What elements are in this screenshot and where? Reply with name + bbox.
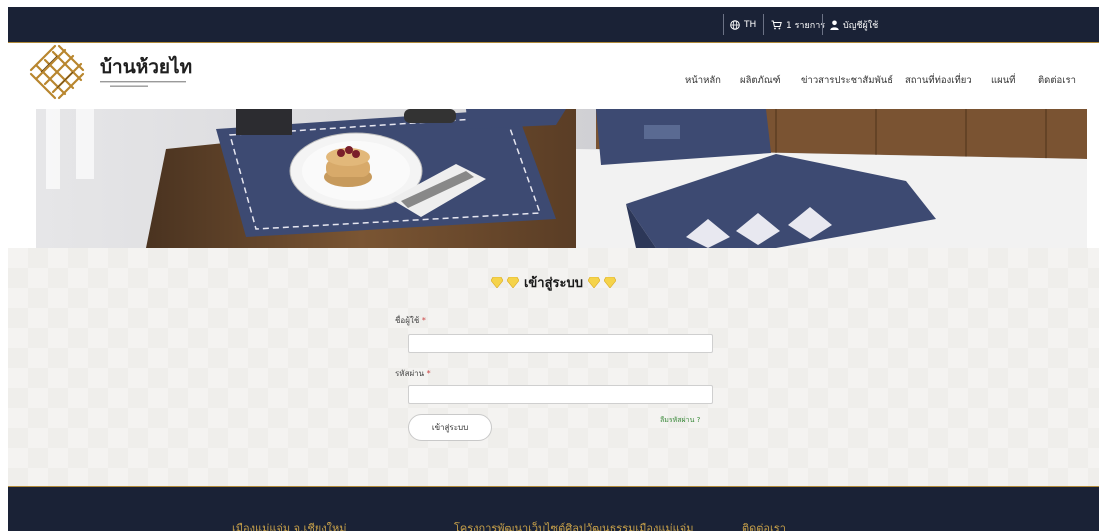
top-utility-bar: TH 1 รายการ บัญชีผู้ใช้ — [8, 7, 1099, 43]
user-icon — [830, 20, 839, 30]
footer-contact-heading: ติดต่อเรา — [742, 522, 786, 531]
separator — [822, 14, 823, 35]
site-header: บ้านห้วยไท หน้าหลัก ผลิตภัณฑ์ ข่าวสารประ… — [8, 43, 1099, 109]
language-switcher[interactable]: TH — [730, 7, 756, 42]
username-label: ชื่อผู้ใช้ * — [395, 314, 426, 327]
brand-name[interactable]: บ้านห้วยไท — [100, 52, 192, 82]
page-margin — [0, 0, 8, 531]
brand-tagline-graphic — [100, 80, 190, 90]
nav-products[interactable]: ผลิตภัณฑ์ — [740, 73, 781, 88]
nav-map[interactable]: แผนที่ — [991, 73, 1015, 88]
nav-attractions[interactable]: สถานที่ท่องเที่ยว — [905, 73, 972, 88]
diamond-icon — [603, 276, 617, 289]
diamond-icon — [587, 276, 600, 289]
diamond-icon — [490, 276, 504, 289]
cart-label: 1 รายการ — [786, 20, 826, 31]
password-input[interactable] — [408, 385, 713, 404]
username-input[interactable] — [408, 334, 713, 353]
nav-news[interactable]: ข่าวสารประชาสัมพันธ์ — [801, 73, 893, 88]
hero-banner — [36, 109, 1087, 248]
password-label-text: รหัสผ่าน — [395, 369, 425, 378]
footer-location: เมืองแม่แจ่ม จ.เชียงใหม่ — [232, 522, 347, 531]
language-label: TH — [744, 19, 757, 30]
footer-project: โครงการพัฒนาเว็บไซต์ศิลปวัฒนธรรมเมืองแม่… — [454, 522, 694, 531]
password-label: รหัสผ่าน * — [395, 367, 431, 380]
logo[interactable] — [25, 40, 89, 104]
site-footer: เมืองแม่แจ่ม จ.เชียงใหม่ โครงการพัฒนาเว็… — [8, 486, 1099, 531]
login-heading: เข้าสู่ระบบ — [8, 272, 1099, 293]
username-label-text: ชื่อผู้ใช้ — [395, 316, 420, 325]
forgot-password-link[interactable]: ลืมรหัสผ่าน ? — [660, 415, 700, 426]
nav-contact[interactable]: ติดต่อเรา — [1038, 73, 1076, 88]
separator — [763, 14, 764, 35]
page: TH 1 รายการ บัญชีผู้ใช้ บ้านห้วยไท หน้าห… — [0, 0, 1106, 531]
required-mark: * — [421, 316, 426, 325]
account-link[interactable]: บัญชีผู้ใช้ — [830, 7, 878, 42]
nav-home[interactable]: หน้าหลัก — [685, 73, 721, 88]
cart-icon — [771, 20, 782, 29]
globe-icon — [730, 19, 740, 30]
account-label: บัญชีผู้ใช้ — [843, 20, 879, 31]
hero-image — [36, 109, 1087, 248]
logo-emblem — [29, 44, 85, 100]
login-title: เข้าสู่ระบบ — [523, 276, 584, 291]
separator — [723, 14, 724, 35]
login-button[interactable]: เข้าสู่ระบบ — [408, 414, 492, 441]
page-margin — [1099, 0, 1106, 531]
diamond-icon — [507, 276, 520, 289]
tagline-scribble — [100, 81, 186, 87]
required-mark: * — [426, 369, 431, 378]
cart-link[interactable]: 1 รายการ — [771, 7, 825, 42]
login-section: เข้าสู่ระบบ ชื่อผู้ใช้ * รหัสผ่าน * เข้า… — [8, 248, 1099, 486]
